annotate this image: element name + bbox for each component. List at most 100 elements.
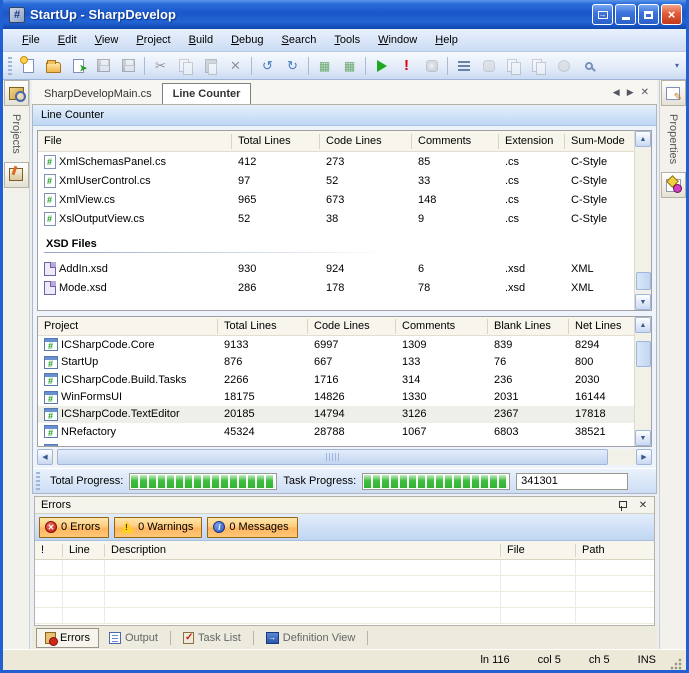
- maximize-button[interactable]: [638, 4, 659, 25]
- scrollbar-thumb[interactable]: [57, 449, 608, 465]
- tab-scroll-left-icon[interactable]: ◀: [613, 87, 620, 98]
- save-as-button[interactable]: ➤: [66, 54, 91, 77]
- scroll-down-icon[interactable]: ▼: [635, 294, 651, 310]
- scroll-left-icon[interactable]: ◀: [37, 449, 53, 465]
- table-row[interactable]: ICSharpCode.Build.Tasks 2266 1716 314 23…: [38, 371, 634, 388]
- paste-button[interactable]: [198, 54, 223, 77]
- menu-help[interactable]: Help: [426, 31, 467, 49]
- col-line[interactable]: Line: [63, 544, 105, 557]
- col-code-lines[interactable]: Code Lines: [308, 319, 396, 334]
- toolbar-overflow-button[interactable]: ▾: [672, 61, 682, 70]
- build-button[interactable]: ▦: [312, 54, 337, 77]
- tab-close-icon[interactable]: ✕: [641, 87, 649, 98]
- tab-output[interactable]: Output: [101, 629, 166, 647]
- scroll-right-icon[interactable]: ▶: [636, 449, 652, 465]
- table-row[interactable]: ICSharpCode.Core 9133 6997 1309 839 8294: [38, 336, 634, 353]
- scroll-up-icon[interactable]: ▲: [635, 317, 651, 333]
- tab-errors[interactable]: Errors: [36, 628, 99, 648]
- col-file[interactable]: File: [501, 544, 576, 557]
- table-row-highlighted[interactable]: ICSharpCode.TextEditor 20185 14794 3126 …: [38, 406, 634, 423]
- run-button[interactable]: [369, 54, 394, 77]
- tab-sharpdevelopmain[interactable]: SharpDevelopMain.cs: [34, 84, 162, 104]
- open-file-button[interactable]: [41, 54, 66, 77]
- minimize-button[interactable]: [615, 4, 636, 25]
- menu-project[interactable]: Project: [127, 31, 179, 49]
- new-file-button[interactable]: [16, 54, 41, 77]
- col-file[interactable]: File: [38, 134, 232, 149]
- menu-tools[interactable]: Tools: [325, 31, 369, 49]
- find-button[interactable]: [576, 54, 601, 77]
- projects-pad-button[interactable]: [4, 80, 29, 106]
- help-back-button[interactable]: [501, 54, 526, 77]
- table-row[interactable]: NRefactory 45324 28788 1067 6803 38521: [38, 423, 634, 440]
- scroll-down-icon[interactable]: ▼: [635, 430, 651, 446]
- menu-edit[interactable]: Edit: [49, 31, 86, 49]
- scrollbar-thumb[interactable]: [636, 341, 651, 367]
- panel-close-icon[interactable]: ✕: [636, 500, 650, 511]
- col-severity[interactable]: !: [35, 544, 63, 557]
- tab-scroll-right-icon[interactable]: ▶: [627, 87, 634, 98]
- horizontal-scrollbar[interactable]: ◀ ▶: [37, 449, 652, 465]
- copy-button[interactable]: [173, 54, 198, 77]
- table-row[interactable]: WinFormsUI 18175 14826 1330 2031 16144: [38, 388, 634, 405]
- menu-file[interactable]: File: [13, 31, 49, 49]
- toolbox-pad-button[interactable]: [661, 172, 686, 198]
- abort-button[interactable]: !: [394, 54, 419, 77]
- warnings-filter-button[interactable]: 0 Warnings: [114, 517, 202, 538]
- scroll-up-icon[interactable]: ▲: [635, 131, 651, 147]
- tools-pad-button[interactable]: [4, 162, 29, 188]
- progress-toolbar-grip[interactable]: [36, 472, 40, 490]
- col-blank-lines[interactable]: Blank Lines: [488, 319, 569, 334]
- table-row[interactable]: AddIn.xsd 930 924 6 .xsd XML: [38, 259, 634, 278]
- breakpoint-button[interactable]: [476, 54, 501, 77]
- menu-build[interactable]: Build: [180, 31, 222, 49]
- col-comments[interactable]: Comments: [412, 134, 499, 149]
- table-row[interactable]: Mode.xsd 286 178 78 .xsd XML: [38, 278, 634, 297]
- properties-pad-label[interactable]: Properties: [667, 106, 679, 172]
- menu-debug[interactable]: Debug: [222, 31, 272, 49]
- col-extension[interactable]: Extension: [499, 134, 565, 149]
- close-button[interactable]: ×: [661, 4, 682, 25]
- stop-button[interactable]: ◉: [419, 54, 444, 77]
- fullscreen-button[interactable]: →: [592, 4, 613, 25]
- table-row[interactable]: XslOutputView.cs 52 38 9 .cs C-Style: [38, 209, 634, 228]
- projects-table-scrollbar[interactable]: ▲ ▼: [634, 317, 651, 446]
- messages-filter-button[interactable]: i 0 Messages: [207, 517, 297, 538]
- pin-icon[interactable]: [617, 500, 628, 511]
- errors-filter-button[interactable]: ✕ 0 Errors: [39, 517, 109, 538]
- toolbar-grip[interactable]: [8, 57, 12, 75]
- save-button[interactable]: [91, 54, 116, 77]
- col-sum-mode[interactable]: Sum-Mode: [565, 134, 634, 149]
- menu-view[interactable]: View: [86, 31, 128, 49]
- delete-button[interactable]: ✕: [223, 54, 248, 77]
- tab-definition-view[interactable]: → Definition View: [258, 629, 364, 647]
- col-code-lines[interactable]: Code Lines: [320, 134, 412, 149]
- projects-pad-label[interactable]: Projects: [10, 106, 22, 162]
- col-net-lines[interactable]: Net Lines: [569, 319, 634, 334]
- cut-button[interactable]: ✂: [148, 54, 173, 77]
- col-description[interactable]: Description: [105, 544, 501, 557]
- col-project[interactable]: Project: [38, 319, 218, 334]
- menu-search[interactable]: Search: [273, 31, 326, 49]
- rebuild-button[interactable]: ▦: [337, 54, 362, 77]
- tab-task-list[interactable]: Task List: [175, 629, 249, 647]
- tab-line-counter[interactable]: Line Counter: [162, 83, 252, 104]
- menu-window[interactable]: Window: [369, 31, 426, 49]
- files-table-scrollbar[interactable]: ▲ ▼: [634, 131, 651, 310]
- table-row[interactable]: StartUp 876 667 133 76 800: [38, 354, 634, 371]
- properties-pad-button[interactable]: [661, 80, 686, 106]
- help-forward-button[interactable]: [526, 54, 551, 77]
- col-total-lines[interactable]: Total Lines: [218, 319, 308, 334]
- save-all-button[interactable]: [116, 54, 141, 77]
- table-row[interactable]: XmlUserControl.cs 97 52 33 .cs C-Style: [38, 171, 634, 190]
- col-comments[interactable]: Comments: [396, 319, 488, 334]
- table-row[interactable]: XmlView.cs 965 673 148 .cs C-Style: [38, 190, 634, 209]
- resize-grip[interactable]: [670, 658, 682, 670]
- web-search-button[interactable]: [551, 54, 576, 77]
- scrollbar-thumb[interactable]: [636, 272, 651, 290]
- table-row[interactable]: XmlSchemasPanel.cs 412 273 85 .cs C-Styl…: [38, 152, 634, 171]
- undo-button[interactable]: ↺: [255, 54, 280, 77]
- toolbar-list-button[interactable]: [451, 54, 476, 77]
- col-total-lines[interactable]: Total Lines: [232, 134, 320, 149]
- redo-button[interactable]: ↻: [280, 54, 305, 77]
